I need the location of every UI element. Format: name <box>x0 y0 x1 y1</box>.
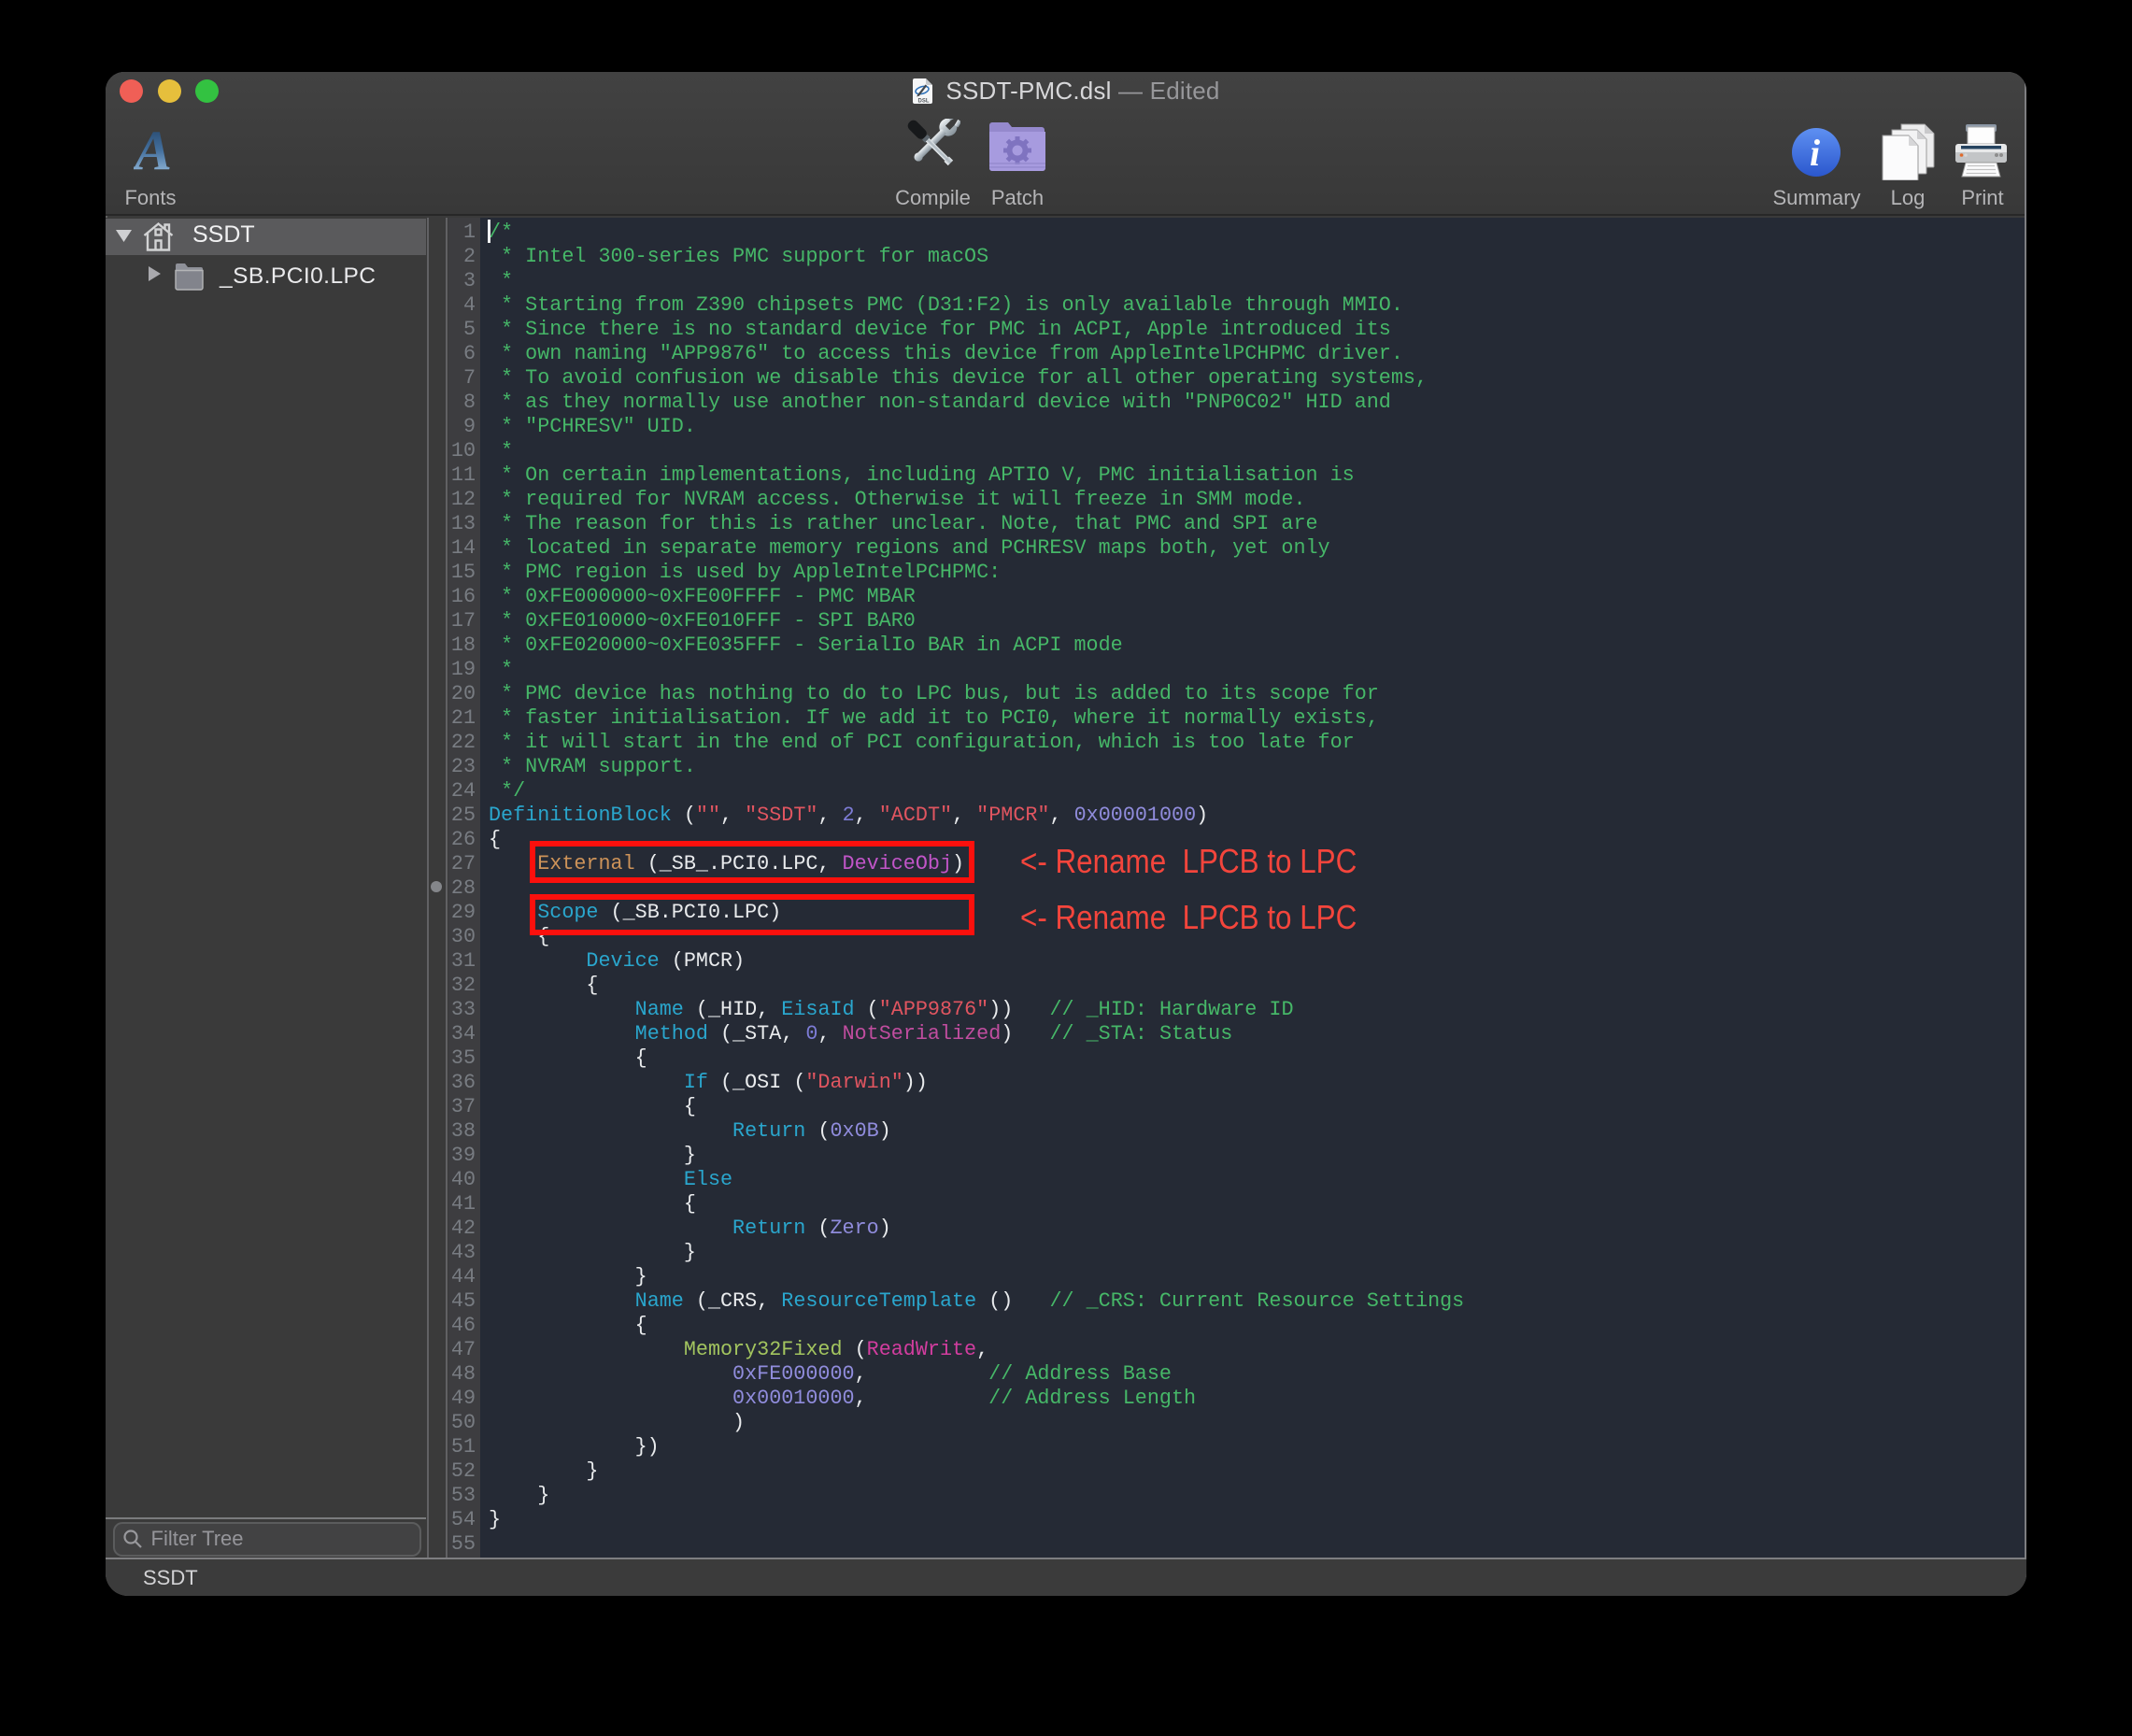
svg-text:DSL: DSL <box>918 98 930 104</box>
svg-text:i: i <box>1810 132 1820 174</box>
svg-text:A: A <box>134 127 172 176</box>
